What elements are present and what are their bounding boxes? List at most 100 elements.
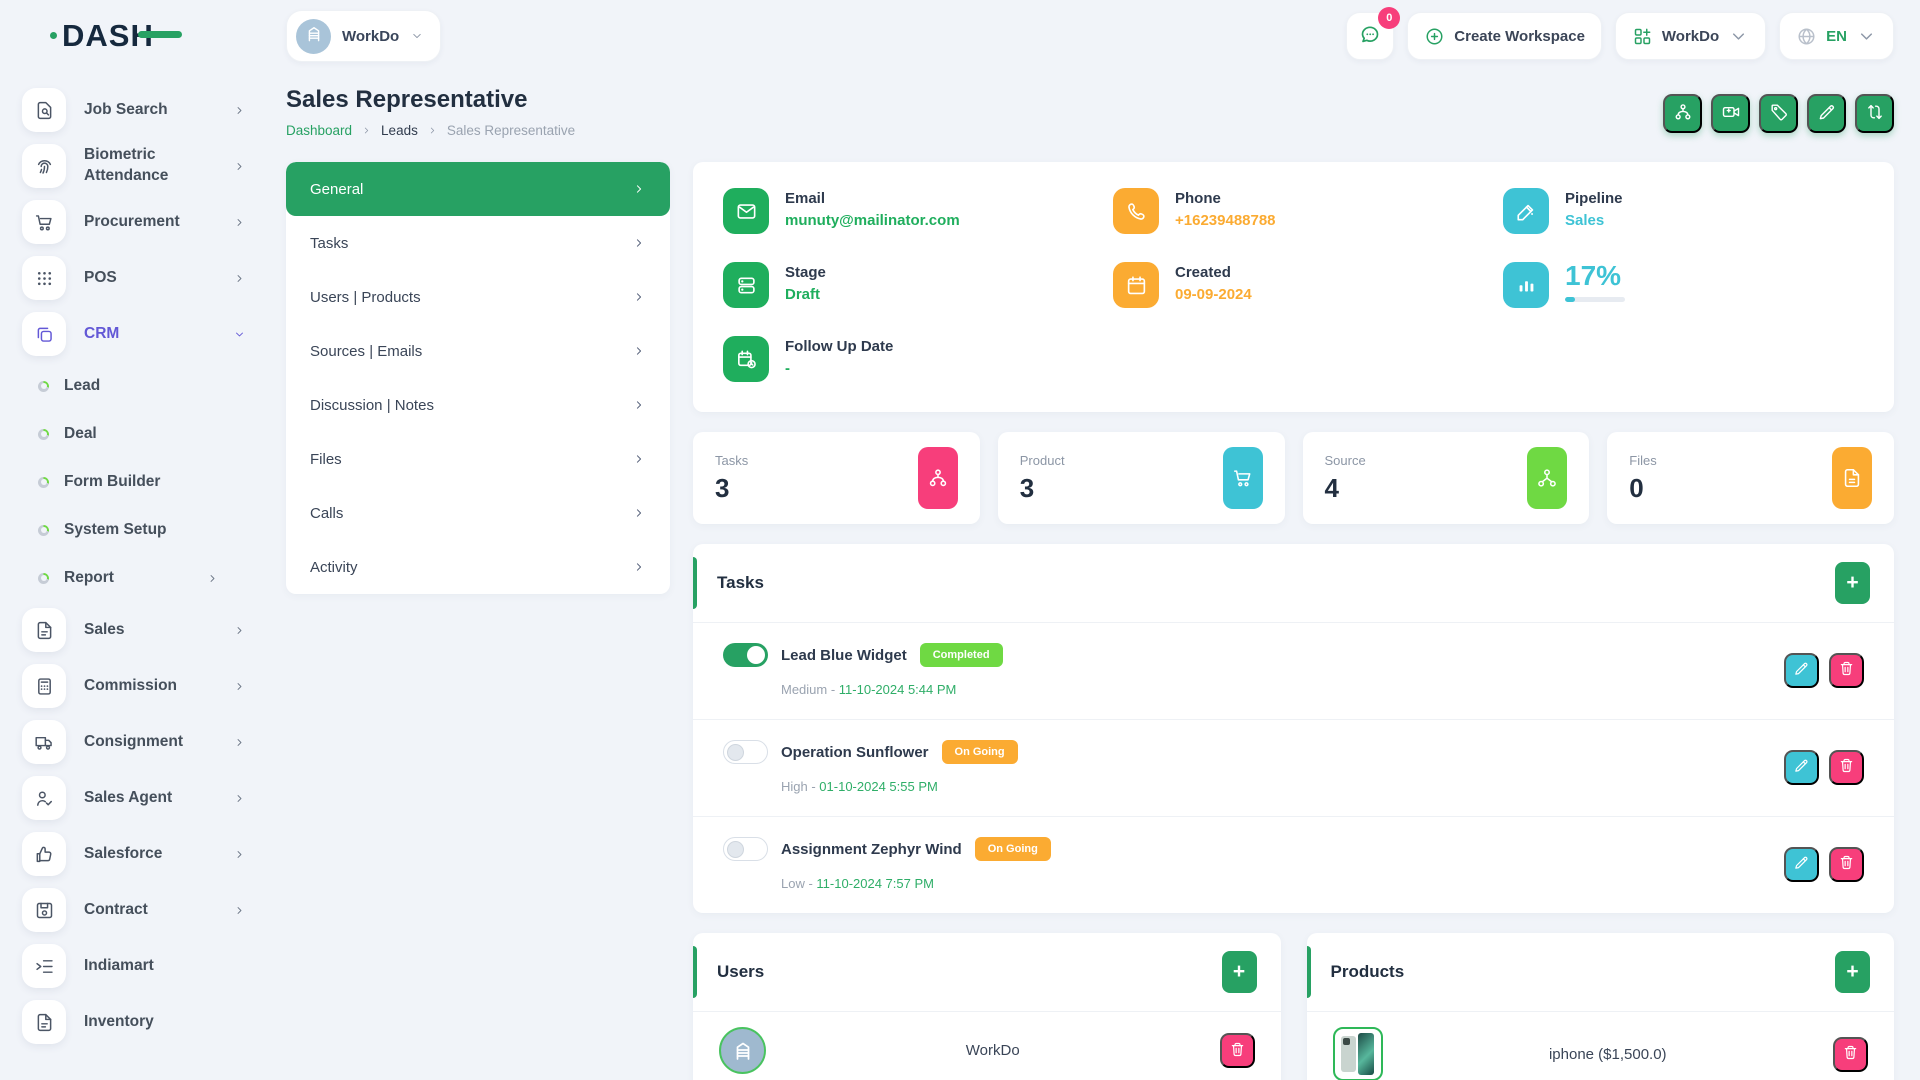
sidebar-item-salesforce[interactable]: Salesforce — [22, 826, 246, 882]
app-root: DASH WorkDo 0 Create Workspace WorkDo — [0, 0, 1920, 1080]
sidebar-item-indiamart[interactable]: Indiamart — [22, 938, 246, 994]
workspace-avatar — [296, 19, 331, 54]
brand-logo[interactable]: DASH — [62, 18, 154, 54]
info-item-stage: StageDraft — [723, 262, 1113, 308]
task-name: Assignment Zephyr Wind — [781, 841, 962, 858]
trash-icon — [1229, 1041, 1246, 1061]
tag-icon — [1769, 102, 1789, 125]
sidebar-item-sales-agent[interactable]: Sales Agent — [22, 770, 246, 826]
grid-plus-icon — [1632, 26, 1653, 47]
sidebar-item-pos[interactable]: POS — [22, 250, 246, 306]
sidebar-item-contract[interactable]: Contract — [22, 882, 246, 938]
notifications-button[interactable]: 0 — [1346, 12, 1394, 60]
sidebar-item-label: Indiamart — [84, 956, 208, 977]
sidebar-item-procurement[interactable]: Procurement — [22, 194, 246, 250]
chevron-right-icon — [632, 182, 646, 196]
menu-item-activity[interactable]: Activity — [286, 540, 670, 594]
delete-task-button[interactable] — [1829, 750, 1864, 785]
info-item-text: Phone+16239488788 — [1175, 188, 1276, 229]
stat-text: Tasks3 — [715, 453, 748, 504]
sidebar-subitem-label: Deal — [64, 424, 204, 445]
breadcrumb-item[interactable]: Leads — [381, 123, 418, 138]
sidebar-subitem-label: Form Builder — [64, 472, 204, 493]
hierarchy-button[interactable] — [1663, 94, 1702, 133]
breadcrumb-item[interactable]: Dashboard — [286, 123, 352, 138]
sidebar-item-label: Commission — [84, 676, 208, 697]
chevron-down-icon — [1856, 26, 1877, 47]
sidebar-item-inventory[interactable]: Inventory — [22, 994, 246, 1050]
add-task-button[interactable]: + — [1835, 562, 1870, 604]
edit-task-button[interactable] — [1784, 653, 1819, 688]
task-toggle[interactable] — [723, 740, 768, 764]
workspace-menu-button[interactable]: WorkDo — [1615, 12, 1766, 60]
sidebar-item-label: Salesforce — [84, 844, 208, 865]
menu-item-calls[interactable]: Calls — [286, 486, 670, 540]
sidebar-item-job-search[interactable]: Job Search — [22, 82, 246, 138]
phone-icon — [1113, 188, 1159, 234]
file-icon — [1832, 447, 1872, 509]
delete-user-button[interactable] — [1220, 1033, 1255, 1068]
swap-icon — [1865, 102, 1885, 125]
chevron-right-icon — [632, 290, 646, 304]
labels-button[interactable] — [1759, 94, 1798, 133]
delete-task-button[interactable] — [1829, 653, 1864, 688]
add-product-button[interactable]: + — [1835, 951, 1870, 993]
menu-item-general[interactable]: General — [286, 162, 670, 216]
sidebar-subitem-lead[interactable]: Lead — [22, 362, 246, 410]
task-toggle[interactable] — [723, 837, 768, 861]
language-button[interactable]: EN — [1779, 12, 1894, 60]
lead-section-menu: GeneralTasks Users | Products Sources | Em… — [286, 162, 670, 594]
building-icon — [304, 24, 324, 49]
sidebar-subitem-system-setup[interactable]: System Setup — [22, 506, 246, 554]
sidebar-item-commission[interactable]: Commission — [22, 658, 246, 714]
menu-item-sources-emails[interactable]: Sources | Emails — [286, 324, 670, 378]
menu-item-users-products[interactable]: Users | Products — [286, 270, 670, 324]
workspace-selector[interactable]: WorkDo — [286, 10, 441, 62]
menu-item-discussion-notes[interactable]: Discussion | Notes — [286, 378, 670, 432]
products-card: Products + iphone ($1,500.0) — [1307, 933, 1895, 1080]
stat-value: 0 — [1629, 473, 1656, 504]
pen-icon — [1503, 188, 1549, 234]
info-item-created: Created09-09-2024 — [1113, 262, 1503, 308]
sidebar-subitem-deal[interactable]: Deal — [22, 410, 246, 458]
notification-badge: 0 — [1378, 7, 1400, 29]
status-ring-icon — [38, 381, 49, 392]
task-datetime: 11-10-2024 5:44 PM — [839, 682, 957, 697]
task-row-actions — [1784, 653, 1864, 688]
info-value: +16239488788 — [1175, 212, 1276, 229]
sidebar-item-consignment[interactable]: Consignment — [22, 714, 246, 770]
menu-item-tasks[interactable]: Tasks — [286, 216, 670, 270]
sidebar-item-biometric-attendance[interactable]: Biometric Attendance — [22, 138, 246, 194]
chevron-right-icon — [233, 272, 246, 285]
chevron-right-icon — [233, 792, 246, 805]
task-row-actions — [1784, 750, 1864, 785]
task-row-actions — [1784, 847, 1864, 882]
stats-row: Tasks3Product3Source4Files0 — [693, 432, 1894, 524]
language-label: EN — [1826, 28, 1847, 45]
edit-button[interactable] — [1807, 94, 1846, 133]
sidebar-subitem-form-builder[interactable]: Form Builder — [22, 458, 246, 506]
user-name: WorkDo — [766, 1042, 1220, 1059]
create-workspace-button[interactable]: Create Workspace — [1407, 12, 1602, 60]
info-label: Created — [1175, 262, 1252, 281]
chart-icon — [1503, 262, 1549, 308]
sidebar-subitem-report[interactable]: Report — [22, 554, 246, 602]
trash-icon — [1838, 757, 1855, 777]
edit-task-button[interactable] — [1784, 847, 1819, 882]
sidebar-item-crm[interactable]: CRM — [22, 306, 246, 362]
menu-item-label: Users | Products — [310, 289, 421, 306]
delete-task-button[interactable] — [1829, 847, 1864, 882]
delete-product-button[interactable] — [1833, 1037, 1868, 1072]
add-user-button[interactable]: + — [1222, 951, 1257, 993]
info-item-text: Follow Up Date- — [785, 336, 893, 377]
convert-button[interactable] — [1855, 94, 1894, 133]
sidebar-item-sales[interactable]: Sales — [22, 602, 246, 658]
task-row: Operation SunflowerOn GoingHigh - 01-10-… — [693, 719, 1894, 816]
stat-card-files: Files0 — [1607, 432, 1894, 524]
info-value: Draft — [785, 286, 826, 303]
menu-item-files[interactable]: Files — [286, 432, 670, 486]
info-item-phone: Phone+16239488788 — [1113, 188, 1503, 234]
edit-task-button[interactable] — [1784, 750, 1819, 785]
task-toggle[interactable] — [723, 643, 768, 667]
meeting-button[interactable] — [1711, 94, 1750, 133]
